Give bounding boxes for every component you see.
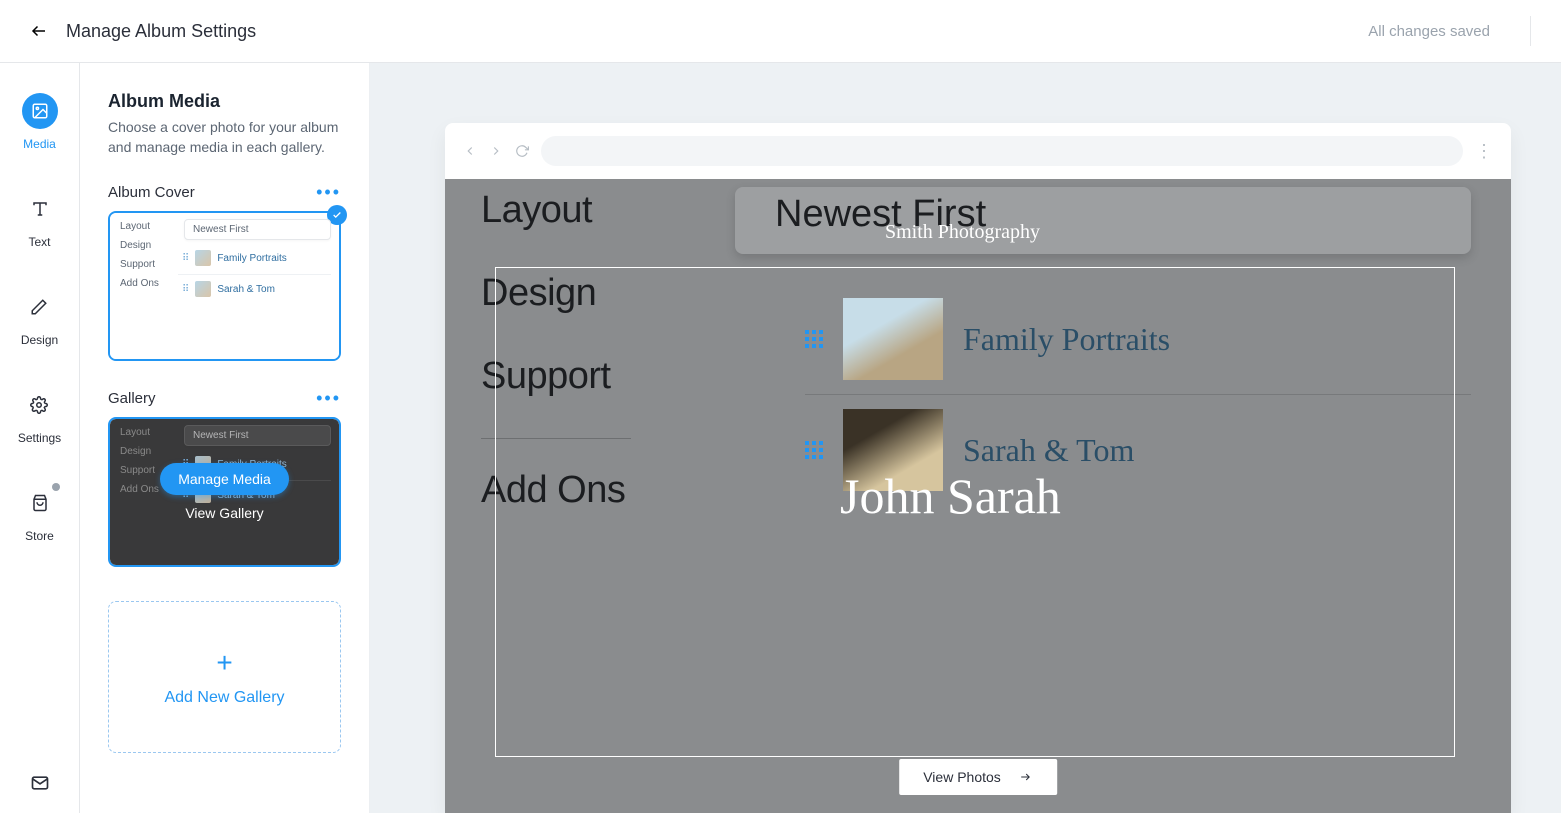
page-title: Manage Album Settings [66,21,256,42]
nav-settings-label: Settings [18,431,61,445]
site-nav-item: Layout [481,189,745,232]
mini-nav-item: Support [120,259,170,270]
text-icon [31,200,49,218]
nav-media-label: Media [23,137,56,151]
album-cover-menu[interactable]: ••• [316,183,341,201]
add-new-gallery-button[interactable]: + Add New Gallery [108,601,341,753]
nav-settings[interactable]: Settings [18,387,61,445]
gallery-menu[interactable]: ••• [316,389,341,407]
browser-frame: ⋮ Layout Design Support Add Ons Newest F… [445,123,1511,813]
view-photos-button[interactable]: View Photos [899,759,1057,795]
mini-row-label: Sarah & Tom [217,284,275,295]
mini-thumb [195,250,211,266]
add-new-gallery-label: Add New Gallery [164,689,284,707]
side-nav: Media Text Design Settings Store [0,63,80,813]
gear-icon [30,396,48,414]
grip-icon: ⠿ [182,253,189,264]
notification-dot-icon [52,483,60,491]
gallery-label: Gallery [108,390,156,407]
bag-icon [31,494,49,512]
sort-dropdown: Newest First [735,187,1471,254]
mini-nav-item: Layout [120,221,170,232]
divider [1530,16,1531,46]
album-title: John Sarah [840,467,1061,525]
site-brand: Smith Photography [885,221,1040,244]
panel-description: Choose a cover photo for your album and … [108,118,341,157]
mini-row-label: Family Portraits [217,253,286,264]
envelope-icon [30,773,50,793]
back-button[interactable] [30,22,48,40]
gallery-card[interactable]: Layout Design Support Add Ons Newest Fir… [108,417,341,567]
top-bar: Manage Album Settings All changes saved [0,0,1561,63]
album-cover-label: Album Cover [108,184,195,201]
browser-url-bar[interactable] [541,136,1463,166]
manage-media-button[interactable]: Manage Media [160,463,289,495]
nav-inbox[interactable] [30,773,50,793]
album-cover-card[interactable]: Layout Design Support Add Ons Newest Fir… [108,211,341,361]
pencil-icon [30,298,48,316]
mini-sort: Newest First [184,219,331,240]
view-gallery-link[interactable]: View Gallery [185,505,263,521]
browser-forward-icon[interactable] [489,144,503,158]
nav-design[interactable]: Design [21,289,58,347]
panel-heading: Album Media [108,91,341,112]
mini-nav-item: Design [120,240,170,251]
nav-store-label: Store [25,529,54,543]
mini-thumb [195,281,211,297]
nav-media[interactable]: Media [22,93,58,151]
nav-design-label: Design [21,333,58,347]
view-photos-label: View Photos [923,769,1001,785]
site-preview: Layout Design Support Add Ons Newest Fir… [445,179,1511,813]
image-icon [31,102,49,120]
save-status: All changes saved [1368,23,1510,40]
nav-text-label: Text [28,235,50,249]
browser-back-icon[interactable] [463,144,477,158]
mini-nav-item: Add Ons [120,278,170,289]
media-panel: Album Media Choose a cover photo for you… [80,63,370,813]
nav-store[interactable]: Store [22,485,58,543]
browser-toolbar: ⋮ [445,123,1511,179]
nav-text[interactable]: Text [22,191,58,249]
preview-canvas: ⋮ Layout Design Support Add Ons Newest F… [370,63,1561,813]
grip-icon: ⠿ [182,284,189,295]
arrow-left-icon [30,22,48,40]
arrow-right-icon [1017,771,1033,783]
browser-reload-icon[interactable] [515,144,529,158]
browser-more-icon[interactable]: ⋮ [1475,141,1493,162]
plus-icon: + [216,647,232,679]
